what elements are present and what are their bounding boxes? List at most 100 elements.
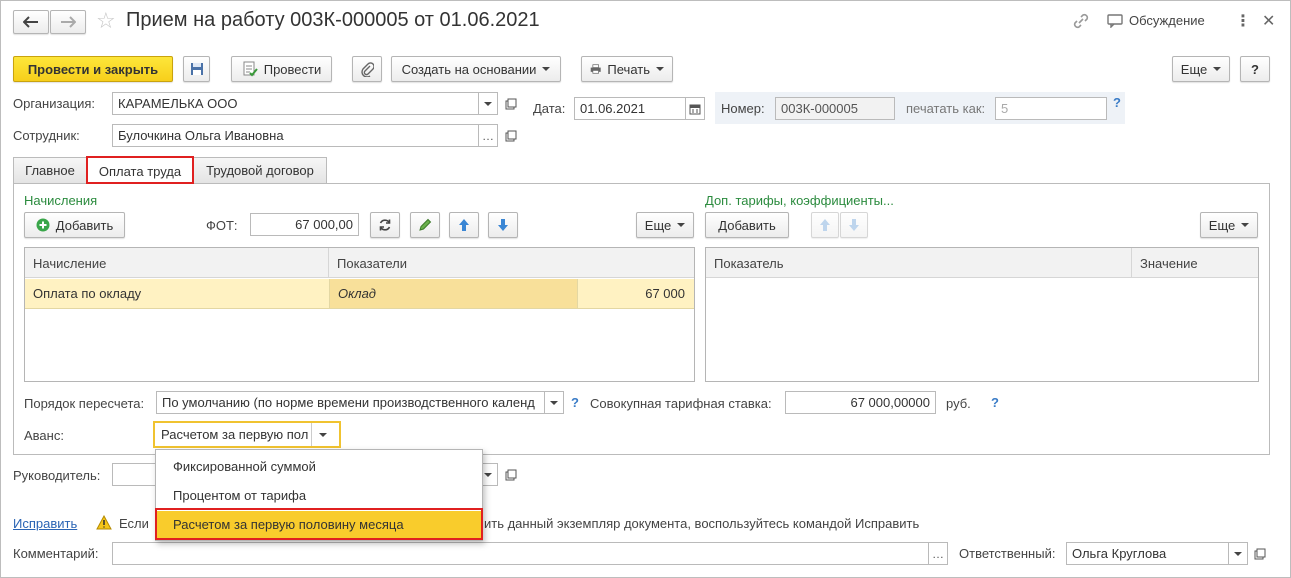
employee-field[interactable]: Булочкина Ольга Ивановна [112,124,479,147]
post-document-icon [243,61,258,77]
advance-option-first-half[interactable]: Расчетом за первую половину месяца [157,511,481,538]
indicator-name-cell: Оклад [338,286,376,301]
advance-value: Расчетом за первую пол [161,427,309,442]
pencil-icon [419,218,432,231]
number-help-icon[interactable]: ? [1113,95,1121,110]
fot-value: 67 000,00 [295,217,353,232]
tariff-rate-label: Совокупная тарифная ставка: [590,396,772,411]
edit-button[interactable] [410,212,440,238]
post-and-close-label: Провести и закрыть [27,61,159,77]
column-header-value[interactable]: Значение [1132,248,1258,278]
arrow-down-icon [498,219,508,231]
date-field[interactable]: 01.06.2021 [574,97,686,120]
more-vertical-icon[interactable]: ⋮ [1235,11,1251,31]
tariffs-more-label: Еще [1208,217,1236,233]
tariffs-move-down-button[interactable] [840,212,868,238]
comment-expand-button[interactable]: … [928,542,948,565]
refresh-button[interactable] [370,212,400,238]
column-header-accrual[interactable]: Начисление [25,248,329,278]
dropdown-arrow-icon [1213,67,1222,71]
tab-main-label: Главное [25,163,75,178]
close-icon[interactable]: ✕ [1262,11,1275,31]
tariffs-title: Доп. тарифы, коэффициенты... [705,193,894,208]
dropdown-arrow-icon [677,223,686,227]
accrual-name-cell: Оплата по окладу [33,286,142,301]
accruals-add-button[interactable]: Добавить [24,212,125,238]
arrow-up-icon [459,219,469,231]
recalc-dropdown-button[interactable] [544,391,564,414]
responsible-field[interactable]: Ольга Круглова [1066,542,1229,565]
fix-link[interactable]: Исправить [13,516,77,531]
calendar-icon [689,104,701,114]
post-button[interactable]: Провести [231,56,332,82]
recalc-field[interactable]: По умолчанию (по норме времени производс… [156,391,545,414]
tab-contract[interactable]: Трудовой договор [193,157,327,183]
comment-label: Комментарий: [13,546,99,561]
forward-button[interactable] [50,10,86,34]
accruals-more-button[interactable]: Еще [636,212,694,238]
column-header-indicators[interactable]: Показатели [329,248,694,278]
create-based-on-button[interactable]: Создать на основании [391,56,561,82]
employee-open-button[interactable] [501,124,521,147]
dropdown-arrow-icon [656,67,664,71]
advance-field[interactable]: Расчетом за первую пол [153,421,341,448]
arrow-right-icon [61,16,76,28]
tariff-rate-help-icon[interactable]: ? [991,395,999,410]
save-button[interactable] [183,56,210,82]
calendar-button[interactable] [685,97,705,120]
move-down-button[interactable] [488,212,518,238]
post-and-close-button[interactable]: Провести и закрыть [13,56,173,82]
tariff-rate-field[interactable]: 67 000,00000 [785,391,936,414]
comment-field[interactable] [112,542,929,565]
tariffs-add-button[interactable]: Добавить [705,212,789,238]
print-as-field[interactable]: 5 [995,97,1107,120]
number-field[interactable]: 003К-000005 [775,97,895,120]
organization-dropdown-button[interactable] [478,92,498,115]
organization-open-button[interactable] [501,92,521,115]
discussion-button[interactable]: Обсуждение [1107,13,1205,28]
open-window-icon [505,130,517,141]
tab-salary[interactable]: Оплата труда [87,157,193,184]
table-row[interactable]: Оплата по окладу Оклад 67 000 [25,279,694,309]
column-header-indicator[interactable]: Показатель [706,248,1132,278]
advance-option-fixed[interactable]: Фиксированной суммой [157,453,481,480]
tariffs-table-header: Показатель Значение [706,248,1258,278]
dropdown-arrow-icon [484,472,492,477]
open-window-icon [505,98,517,109]
plus-circle-icon [36,218,50,232]
recalc-help-icon[interactable]: ? [571,395,579,410]
arrow-down-icon [849,219,859,231]
tab-salary-label: Оплата труда [98,163,182,179]
open-window-icon [505,469,517,480]
more-button[interactable]: Еще [1172,56,1230,82]
accruals-title: Начисления [24,193,98,208]
advance-label: Аванс: [24,428,64,443]
help-button[interactable]: ? [1240,56,1270,82]
organization-field[interactable]: КАРАМЕЛЬКА ООО [112,92,479,115]
move-up-button[interactable] [449,212,479,238]
accruals-table: Начисление Показатели Оплата по окладу О… [24,247,695,382]
print-button[interactable]: Печать [581,56,673,82]
warning-text-start: Если [119,516,149,531]
responsible-dropdown-button[interactable] [1228,542,1248,565]
back-button[interactable] [13,10,49,34]
open-window-icon [1254,548,1266,559]
favorite-star-icon[interactable]: ☆ [96,9,116,33]
manager-label: Руководитель: [13,468,101,483]
tariffs-move-up-button[interactable] [811,212,839,238]
manager-open-button[interactable] [501,463,521,486]
help-label: ? [1251,61,1259,77]
organization-label: Организация: [13,96,96,111]
arrow-up-icon [820,219,830,231]
fot-field[interactable]: 67 000,00 [250,213,359,236]
responsible-open-button[interactable] [1250,542,1270,565]
accruals-more-label: Еще [644,217,672,233]
employee-select-button[interactable]: … [478,124,498,147]
advance-option-percent[interactable]: Процентом от тарифа [157,482,481,509]
advance-dropdown-button[interactable] [311,423,333,446]
link-icon[interactable] [1072,12,1092,32]
attach-button[interactable] [352,56,382,82]
tariffs-more-button[interactable]: Еще [1200,212,1258,238]
accruals-table-header: Начисление Показатели [25,248,694,278]
tab-main[interactable]: Главное [13,157,87,183]
